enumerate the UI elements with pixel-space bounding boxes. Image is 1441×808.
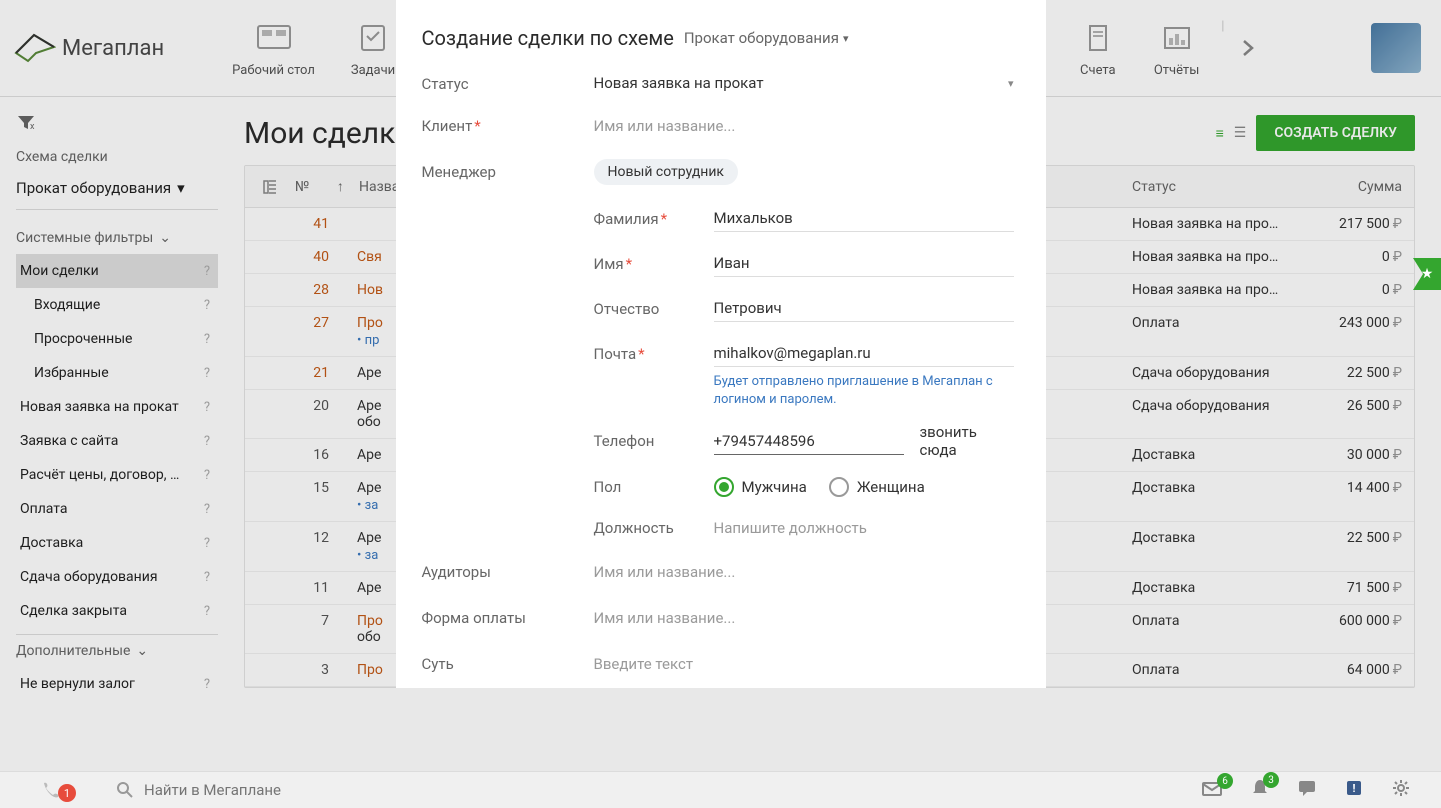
chat-button[interactable] (1297, 779, 1317, 801)
status-label: Статус (422, 75, 594, 93)
radio-icon (714, 477, 734, 497)
create-deal-modal: Создание сделки по схеме Прокат оборудов… (396, 0, 1046, 688)
bell-badge: 3 (1263, 772, 1279, 788)
bb-right: 6 3 ! (1201, 778, 1441, 802)
search-input[interactable] (144, 781, 444, 799)
alert-icon: ! (1345, 779, 1363, 797)
status-select[interactable]: Новая заявка на прокат ▾ (594, 74, 1014, 93)
caret-down-icon: ▾ (1008, 77, 1014, 90)
search-icon (116, 781, 134, 799)
phone-input[interactable] (714, 428, 904, 455)
lastname-input[interactable] (714, 205, 1014, 232)
caret-down-icon: ▾ (843, 32, 849, 45)
radio-label: Женщина (857, 478, 925, 496)
email-note: Будет отправлено приглашение в Мегаплан … (714, 373, 1014, 409)
inbox-button[interactable]: 6 (1201, 779, 1223, 801)
position-label: Должность (594, 519, 714, 537)
modal-scheme-label: Прокат оборудования (684, 29, 839, 47)
auditors-input[interactable] (594, 559, 1014, 585)
status-value: Новая заявка на прокат (594, 74, 764, 92)
essence-input[interactable] (594, 651, 1014, 677)
firstname-input[interactable] (714, 250, 1014, 277)
patronymic-input[interactable] (714, 295, 1014, 322)
call-here-link[interactable]: звонить сюда (920, 423, 1014, 459)
modal-title-row: Создание сделки по схеме Прокат оборудов… (422, 26, 1014, 50)
phone-icon (40, 780, 60, 800)
patronymic-label: Отчество (594, 300, 714, 318)
bottombar: 1 6 3 ! (0, 771, 1441, 808)
manager-label: Менеджер (422, 163, 594, 181)
auditors-label: Аудиторы (422, 563, 594, 581)
phone-badge: 1 (58, 784, 76, 802)
bell-button[interactable]: 3 (1251, 778, 1269, 802)
gear-icon (1391, 778, 1411, 798)
global-search[interactable] (100, 781, 1201, 799)
modal-scheme-select[interactable]: Прокат оборудования ▾ (684, 29, 849, 47)
lastname-label: Фамилия* (594, 210, 714, 228)
inbox-badge: 6 (1217, 773, 1233, 789)
modal-backdrop[interactable]: Создание сделки по схеме Прокат оборудов… (0, 0, 1441, 808)
essence-label: Суть (422, 655, 594, 673)
alert-button[interactable]: ! (1345, 779, 1363, 801)
phone-label: Телефон (594, 432, 714, 450)
phone-button[interactable]: 1 (0, 780, 100, 800)
gender-label: Пол (594, 478, 714, 496)
radio-label: Мужчина (742, 478, 807, 496)
payform-label: Форма оплаты (422, 609, 594, 627)
email-label: Почта* (594, 345, 714, 363)
position-input[interactable] (714, 515, 1014, 541)
payform-input[interactable] (594, 605, 1014, 631)
client-label: Клиент* (422, 117, 594, 135)
email-input[interactable] (714, 340, 1014, 367)
gender-female-radio[interactable]: Женщина (829, 477, 925, 497)
modal-title: Создание сделки по схеме (422, 26, 674, 50)
radio-icon (829, 477, 849, 497)
manager-tag[interactable]: Новый сотрудник (594, 159, 739, 185)
firstname-label: Имя* (594, 255, 714, 273)
svg-text:!: ! (1353, 782, 1356, 795)
chat-icon (1297, 779, 1317, 797)
settings-button[interactable] (1391, 778, 1411, 802)
bb-left: 1 (0, 780, 100, 800)
client-input[interactable] (594, 113, 1014, 139)
gender-radio-group: Мужчина Женщина (714, 477, 925, 497)
gender-male-radio[interactable]: Мужчина (714, 477, 807, 497)
